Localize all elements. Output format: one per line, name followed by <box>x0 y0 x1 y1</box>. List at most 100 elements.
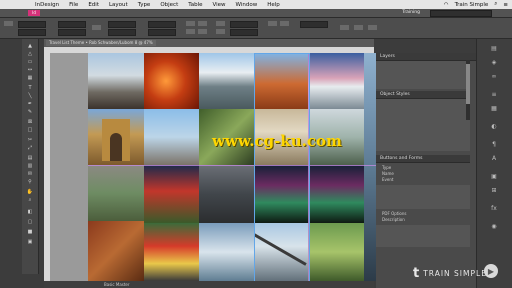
layers-panel-title[interactable]: Layers <box>376 53 476 61</box>
gradient-feather-tool-icon[interactable]: ▥ <box>26 163 34 169</box>
gap-tool-icon[interactable]: ↔ <box>26 67 34 73</box>
menu-object[interactable]: Object <box>160 2 178 8</box>
zoom-tool-icon[interactable]: ⌕ <box>26 197 34 203</box>
layers-panel-icon[interactable]: ◈ <box>481 59 507 66</box>
description-row[interactable]: Description <box>376 217 470 223</box>
character-styles-icon[interactable]: A <box>481 155 507 162</box>
object-styles-title[interactable]: Object Styles <box>376 91 470 99</box>
x-field[interactable] <box>18 21 46 28</box>
select-container-icon[interactable] <box>186 29 195 34</box>
photo-terraces[interactable] <box>308 223 364 281</box>
page-indicator[interactable]: Basic Master <box>104 281 130 288</box>
photo-snowy-peak[interactable] <box>308 53 364 109</box>
selection-tool-icon[interactable]: ▲ <box>26 43 34 49</box>
menu-file[interactable]: File <box>69 2 78 8</box>
photo-mountain-lake[interactable] <box>199 53 254 109</box>
rotate-icon[interactable] <box>186 21 195 26</box>
height-field[interactable] <box>58 29 86 36</box>
panel-scrollbar[interactable] <box>466 60 470 120</box>
effects-icon[interactable] <box>268 21 277 26</box>
scissors-tool-icon[interactable]: ✂ <box>26 137 34 143</box>
flip-icon[interactable] <box>198 21 207 26</box>
width-field[interactable] <box>58 21 86 28</box>
pen-tool-icon[interactable]: ✒ <box>26 101 34 107</box>
buttons-forms-title[interactable]: Buttons and Forms <box>376 155 470 163</box>
text-wrap-panel-icon[interactable]: ▣ <box>481 173 507 180</box>
free-transform-tool-icon[interactable]: ⤢ <box>26 145 34 151</box>
scale-x-field[interactable] <box>108 21 136 28</box>
effects-panel-icon[interactable]: fx <box>481 205 507 212</box>
help-search-input[interactable] <box>430 10 492 17</box>
page-tool-icon[interactable]: ▭ <box>26 59 34 65</box>
align-icon[interactable] <box>368 25 377 30</box>
rectangle-tool-icon[interactable]: □ <box>26 127 34 133</box>
gradient-tool-icon[interactable]: ▤ <box>26 155 34 161</box>
formatting-affects-container-icon[interactable]: ▢ <box>26 219 34 225</box>
reference-point-icon[interactable] <box>4 21 13 26</box>
layers-list[interactable] <box>376 61 470 89</box>
menu-type[interactable]: Type <box>138 2 151 8</box>
photo-antelope-canyon[interactable] <box>144 53 199 109</box>
select-content-icon[interactable] <box>198 29 207 34</box>
document-tab[interactable]: Travel List Theme • Rob Schwaben/Lubom 8… <box>46 40 156 46</box>
actions-list[interactable] <box>376 185 470 209</box>
photo-stone-tower[interactable] <box>144 109 199 165</box>
list-icon[interactable]: ≡ <box>503 2 508 8</box>
fitting-icon[interactable] <box>354 25 363 30</box>
stroke-type-field[interactable] <box>230 29 258 36</box>
opacity-field[interactable] <box>300 21 328 28</box>
play-icon[interactable]: ▶ <box>484 264 498 278</box>
scrollbar-thumb[interactable] <box>466 64 470 104</box>
wifi-icon[interactable]: ◠ <box>444 2 449 8</box>
rotation-field[interactable] <box>148 21 176 28</box>
menu-indesign[interactable]: InDesign <box>35 2 59 8</box>
buttons-panel-icon[interactable]: ◉ <box>481 223 507 230</box>
search-icon[interactable]: ⌕ <box>494 1 497 8</box>
shear-field[interactable] <box>148 29 176 36</box>
fill-swatch[interactable] <box>216 21 225 26</box>
hand-tool-icon[interactable]: ✋ <box>26 189 34 195</box>
menu-window[interactable]: Window <box>236 2 258 8</box>
stroke-panel-icon[interactable]: ≡ <box>481 91 507 98</box>
stroke-swatch[interactable] <box>216 29 225 34</box>
photo-crowd[interactable] <box>88 53 144 109</box>
content-collector-icon[interactable]: ▦ <box>26 75 34 81</box>
photo-bridge-statues[interactable] <box>199 165 254 223</box>
photo-lanterns[interactable] <box>144 223 199 281</box>
photo-chinese-temple[interactable] <box>144 165 199 223</box>
note-tool-icon[interactable]: ✉ <box>26 171 34 177</box>
menu-edit[interactable]: Edit <box>88 2 99 8</box>
constrain-proportions-icon[interactable] <box>92 25 101 30</box>
links-panel-icon[interactable]: ∞ <box>481 73 507 80</box>
menu-view[interactable]: View <box>212 2 225 8</box>
menu-help[interactable]: Help <box>267 2 280 8</box>
direct-selection-tool-icon[interactable]: △ <box>26 51 34 57</box>
scale-y-field[interactable] <box>108 29 136 36</box>
line-tool-icon[interactable]: ╲ <box>26 93 34 99</box>
type-tool-icon[interactable]: T <box>26 85 34 91</box>
paragraph-styles-icon[interactable]: ¶ <box>481 141 507 148</box>
stroke-weight-field[interactable] <box>230 21 258 28</box>
selected-frame[interactable] <box>254 53 310 281</box>
description-field[interactable] <box>376 225 470 247</box>
eyedropper-tool-icon[interactable]: ⚲ <box>26 179 34 185</box>
photo-waterfront[interactable] <box>199 223 254 281</box>
photo-temple-steps[interactable] <box>88 165 144 221</box>
text-wrap-icon[interactable] <box>340 25 349 30</box>
swatches-panel-icon[interactable]: ▦ <box>481 105 507 112</box>
y-field[interactable] <box>18 29 46 36</box>
menu-layout[interactable]: Layout <box>109 2 128 8</box>
fill-stroke-icon[interactable]: ◧ <box>26 209 34 215</box>
pencil-tool-icon[interactable]: ✎ <box>26 109 34 115</box>
object-styles-list[interactable] <box>376 99 470 151</box>
drop-shadow-icon[interactable] <box>280 21 289 26</box>
apply-color-icon[interactable]: ■ <box>26 229 34 235</box>
photo-bench[interactable] <box>88 221 144 281</box>
menu-table[interactable]: Table <box>188 2 202 8</box>
screen-mode-icon[interactable]: ▣ <box>26 239 34 245</box>
color-panel-icon[interactable]: ◐ <box>481 123 507 130</box>
photo-partial-edge[interactable] <box>364 53 376 281</box>
align-panel-icon[interactable]: ⊞ <box>481 187 507 194</box>
pages-panel-icon[interactable]: ▤ <box>481 45 507 52</box>
event-row[interactable]: Event <box>376 177 470 183</box>
